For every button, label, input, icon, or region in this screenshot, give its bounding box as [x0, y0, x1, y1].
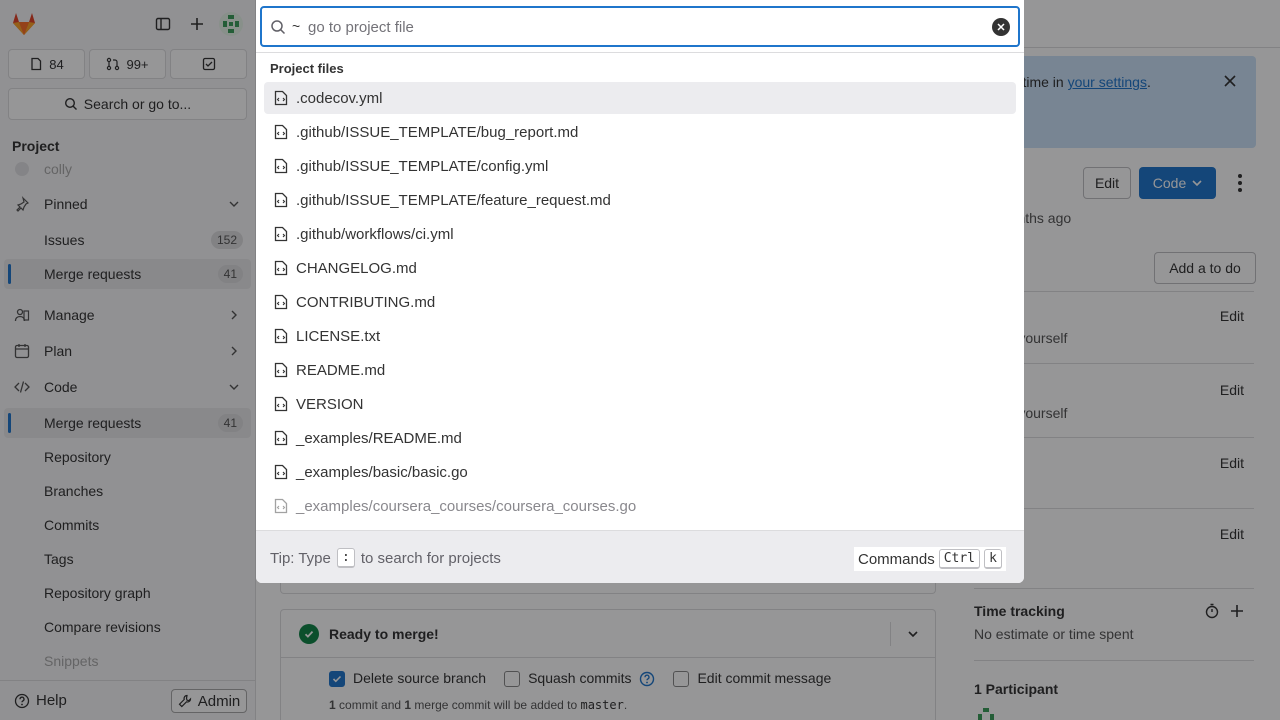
file-icon — [274, 430, 288, 446]
commands-label: Commands — [858, 550, 935, 568]
file-result-item[interactable]: CHANGELOG.md — [264, 252, 1016, 284]
file-icon — [274, 260, 288, 276]
file-path: VERSION — [296, 395, 364, 413]
tip-text: Tip: Type : to search for projects — [270, 548, 501, 568]
scope-prefix: ~ — [292, 18, 301, 34]
file-result-item[interactable]: VERSION — [264, 388, 1016, 420]
file-result-item[interactable]: .codecov.yml — [264, 82, 1016, 114]
k-key: k — [984, 549, 1003, 569]
file-path: CONTRIBUTING.md — [296, 293, 436, 311]
file-result-item[interactable]: .github/ISSUE_TEMPLATE/feature_request.m… — [264, 184, 1016, 216]
file-icon — [274, 192, 288, 208]
file-result-item[interactable]: _examples/basic/basic.go — [264, 456, 1016, 488]
file-result-item[interactable]: CONTRIBUTING.md — [264, 286, 1016, 318]
ctrl-key: Ctrl — [938, 549, 981, 569]
file-search-input[interactable] — [308, 16, 968, 38]
file-icon — [274, 328, 288, 344]
file-icon — [274, 90, 288, 106]
file-results-list: .codecov.yml .github/ISSUE_TEMPLATE/bug_… — [264, 82, 1016, 530]
file-path: _examples/basic/basic.go — [296, 463, 468, 481]
file-result-item[interactable]: LICENSE.txt — [264, 320, 1016, 352]
file-path: .github/ISSUE_TEMPLATE/bug_report.md — [296, 123, 579, 141]
file-path: .codecov.yml — [296, 89, 383, 107]
file-icon — [274, 226, 288, 242]
file-path: _examples/coursera_courses/coursera_cour… — [296, 497, 637, 515]
file-result-item[interactable]: .github/ISSUE_TEMPLATE/bug_report.md — [264, 116, 1016, 148]
file-icon — [274, 464, 288, 480]
command-palette-search[interactable]: ~ — [260, 6, 1020, 47]
file-path: README.md — [296, 361, 386, 379]
group-title: Project files — [270, 61, 344, 76]
file-icon — [274, 498, 288, 514]
tip-suffix: to search for projects — [360, 549, 501, 567]
file-result-item[interactable]: _examples/coursera_courses/coursera_cour… — [264, 490, 1016, 522]
search-icon — [271, 20, 286, 35]
divider — [256, 52, 1024, 53]
file-result-item[interactable]: _examples/README.md — [264, 422, 1016, 454]
colon-key: : — [336, 548, 355, 568]
commands-shortcut[interactable]: Commands Ctrl k — [854, 547, 1007, 571]
file-path: .github/ISSUE_TEMPLATE/config.yml — [296, 157, 549, 175]
clear-icon[interactable] — [992, 18, 1010, 36]
command-palette-footer: Tip: Type : to search for projects Comma… — [256, 530, 1024, 583]
file-icon — [274, 158, 288, 174]
file-path: .github/ISSUE_TEMPLATE/feature_request.m… — [296, 191, 611, 209]
file-path: CHANGELOG.md — [296, 259, 417, 277]
file-path: _examples/README.md — [296, 429, 462, 447]
file-path: LICENSE.txt — [296, 327, 381, 345]
file-result-item[interactable]: README.md — [264, 354, 1016, 386]
file-result-item[interactable]: .github/workflows/ci.yml — [264, 218, 1016, 250]
file-result-item[interactable]: .github/ISSUE_TEMPLATE/config.yml — [264, 150, 1016, 182]
command-palette: ~ Project files .codecov.yml .github/ISS… — [256, 0, 1024, 583]
file-icon — [274, 396, 288, 412]
tip-prefix: Tip: Type — [270, 549, 331, 567]
file-path: .github/workflows/ci.yml — [296, 225, 454, 243]
file-icon — [274, 124, 288, 140]
file-icon — [274, 362, 288, 378]
file-icon — [274, 294, 288, 310]
